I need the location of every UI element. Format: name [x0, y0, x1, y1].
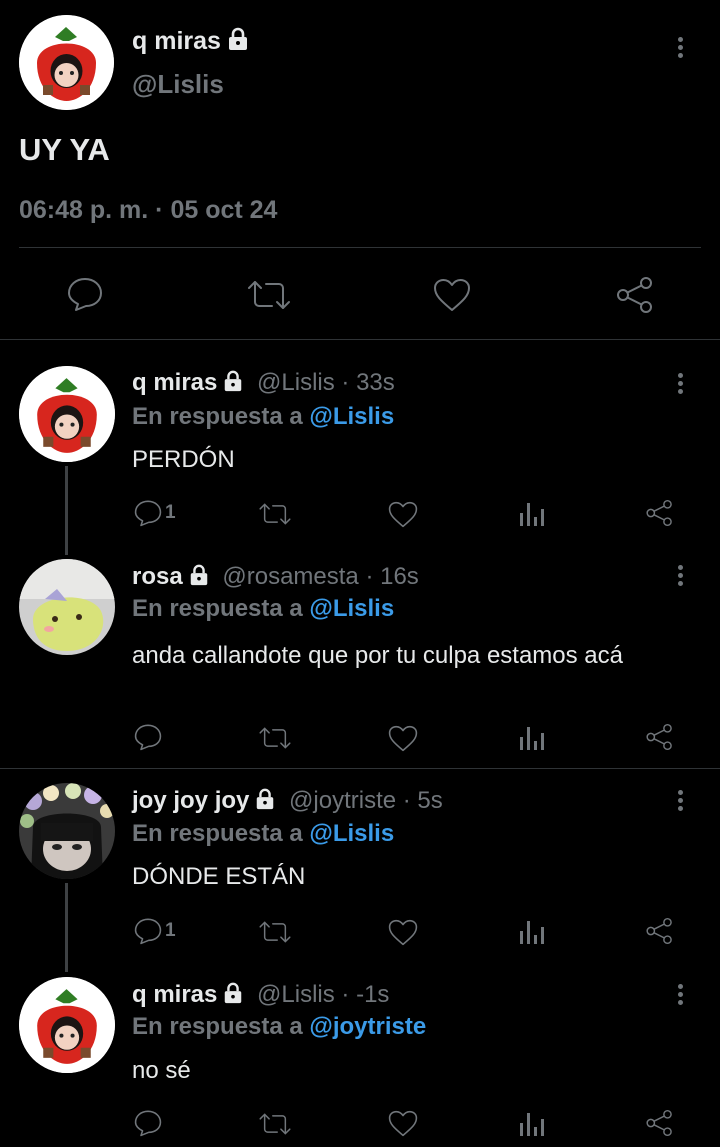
- lock-icon: [254, 788, 276, 810]
- reply-text: no sé: [132, 1057, 191, 1084]
- avatar[interactable]: [19, 15, 114, 110]
- lock-icon: [222, 982, 244, 1004]
- more-icon[interactable]: [677, 790, 683, 814]
- more-icon[interactable]: [677, 565, 683, 589]
- timestamp[interactable]: 06:48 p. m. · 05 oct 24: [19, 196, 277, 225]
- avatar[interactable]: [19, 783, 115, 879]
- mention-link[interactable]: @Lislis: [309, 595, 394, 622]
- reply-header: q miras @Lislis · -1s: [132, 981, 389, 1009]
- analytics-icon[interactable]: [519, 1111, 545, 1137]
- reply-button[interactable]: [133, 723, 165, 751]
- thread-line: [65, 466, 68, 555]
- like-icon[interactable]: [388, 919, 418, 946]
- reply-prefix: En respuesta a: [132, 403, 303, 430]
- display-name[interactable]: joy joy joy: [132, 787, 249, 814]
- retweet-icon[interactable]: [258, 1111, 292, 1137]
- lock-icon: [222, 370, 244, 392]
- reply-context: En respuesta a @Lislis: [132, 820, 394, 848]
- retweet-icon[interactable]: [246, 278, 292, 312]
- avatar[interactable]: [19, 366, 115, 462]
- reply-context: En respuesta a @joytriste: [132, 1013, 426, 1041]
- lock-icon: [226, 27, 250, 51]
- more-icon[interactable]: [677, 373, 683, 397]
- author-line: q miras: [132, 27, 250, 56]
- like-icon[interactable]: [433, 278, 471, 312]
- display-name[interactable]: q miras: [132, 981, 217, 1008]
- handle-time[interactable]: @Lislis · -1s: [257, 981, 389, 1008]
- divider: [0, 339, 720, 340]
- more-icon[interactable]: [677, 37, 683, 61]
- thread-line: [65, 883, 68, 972]
- reply-context: En respuesta a @Lislis: [132, 595, 394, 623]
- display-name[interactable]: q miras: [132, 27, 221, 55]
- analytics-icon[interactable]: [519, 725, 545, 751]
- reply-text: DÓNDE ESTÁN: [132, 863, 306, 890]
- reply-icon[interactable]: [133, 499, 163, 527]
- reply-count: 1: [165, 502, 176, 523]
- share-icon[interactable]: [645, 723, 674, 751]
- handle-time[interactable]: @joytriste · 5s: [289, 787, 443, 814]
- like-icon[interactable]: [388, 725, 418, 752]
- share-icon[interactable]: [645, 917, 674, 945]
- reply-icon[interactable]: [66, 276, 104, 312]
- display-name[interactable]: rosa: [132, 563, 183, 590]
- reply-header: q miras @Lislis · 33s: [132, 369, 395, 397]
- mention-link[interactable]: @Lislis: [309, 820, 394, 847]
- lock-icon: [188, 564, 210, 586]
- reply-prefix: En respuesta a: [132, 1013, 303, 1040]
- reply-prefix: En respuesta a: [132, 595, 303, 622]
- divider: [0, 768, 720, 769]
- divider: [19, 247, 701, 248]
- reply-icon[interactable]: [133, 723, 163, 751]
- reply-text: anda callandote que por tu culpa estamos…: [132, 642, 624, 669]
- reply-button[interactable]: 1: [133, 499, 176, 527]
- mention-link[interactable]: @Lislis: [309, 403, 394, 430]
- analytics-icon[interactable]: [519, 919, 545, 945]
- retweet-icon[interactable]: [258, 919, 292, 945]
- avatar[interactable]: [19, 559, 115, 655]
- reply-header: rosa @rosamesta · 16s: [132, 563, 419, 591]
- display-name[interactable]: q miras: [132, 369, 217, 396]
- tweet-text: UY YA: [19, 132, 110, 167]
- reply-button[interactable]: 1: [133, 917, 176, 945]
- retweet-icon[interactable]: [258, 501, 292, 527]
- analytics-icon[interactable]: [519, 501, 545, 527]
- share-icon[interactable]: [645, 499, 674, 527]
- reply-count: 1: [165, 920, 176, 941]
- more-icon[interactable]: [677, 984, 683, 1008]
- reply-context: En respuesta a @Lislis: [132, 403, 394, 431]
- share-icon[interactable]: [615, 276, 655, 314]
- reply-prefix: En respuesta a: [132, 820, 303, 847]
- reply-button[interactable]: [133, 1109, 165, 1137]
- handle-time[interactable]: @rosamesta · 16s: [222, 563, 418, 590]
- share-icon[interactable]: [645, 1109, 674, 1137]
- reply-icon[interactable]: [133, 1109, 163, 1137]
- mention-link[interactable]: @joytriste: [309, 1013, 426, 1040]
- retweet-icon[interactable]: [258, 725, 292, 751]
- like-icon[interactable]: [388, 501, 418, 528]
- like-icon[interactable]: [388, 1110, 418, 1137]
- reply-text: PERDÓN: [132, 446, 235, 473]
- avatar[interactable]: [19, 977, 115, 1073]
- handle-time[interactable]: @Lislis · 33s: [257, 369, 395, 396]
- handle[interactable]: @Lislis: [132, 69, 224, 100]
- reply-header: joy joy joy @joytriste · 5s: [132, 787, 443, 815]
- reply-icon[interactable]: [133, 917, 163, 945]
